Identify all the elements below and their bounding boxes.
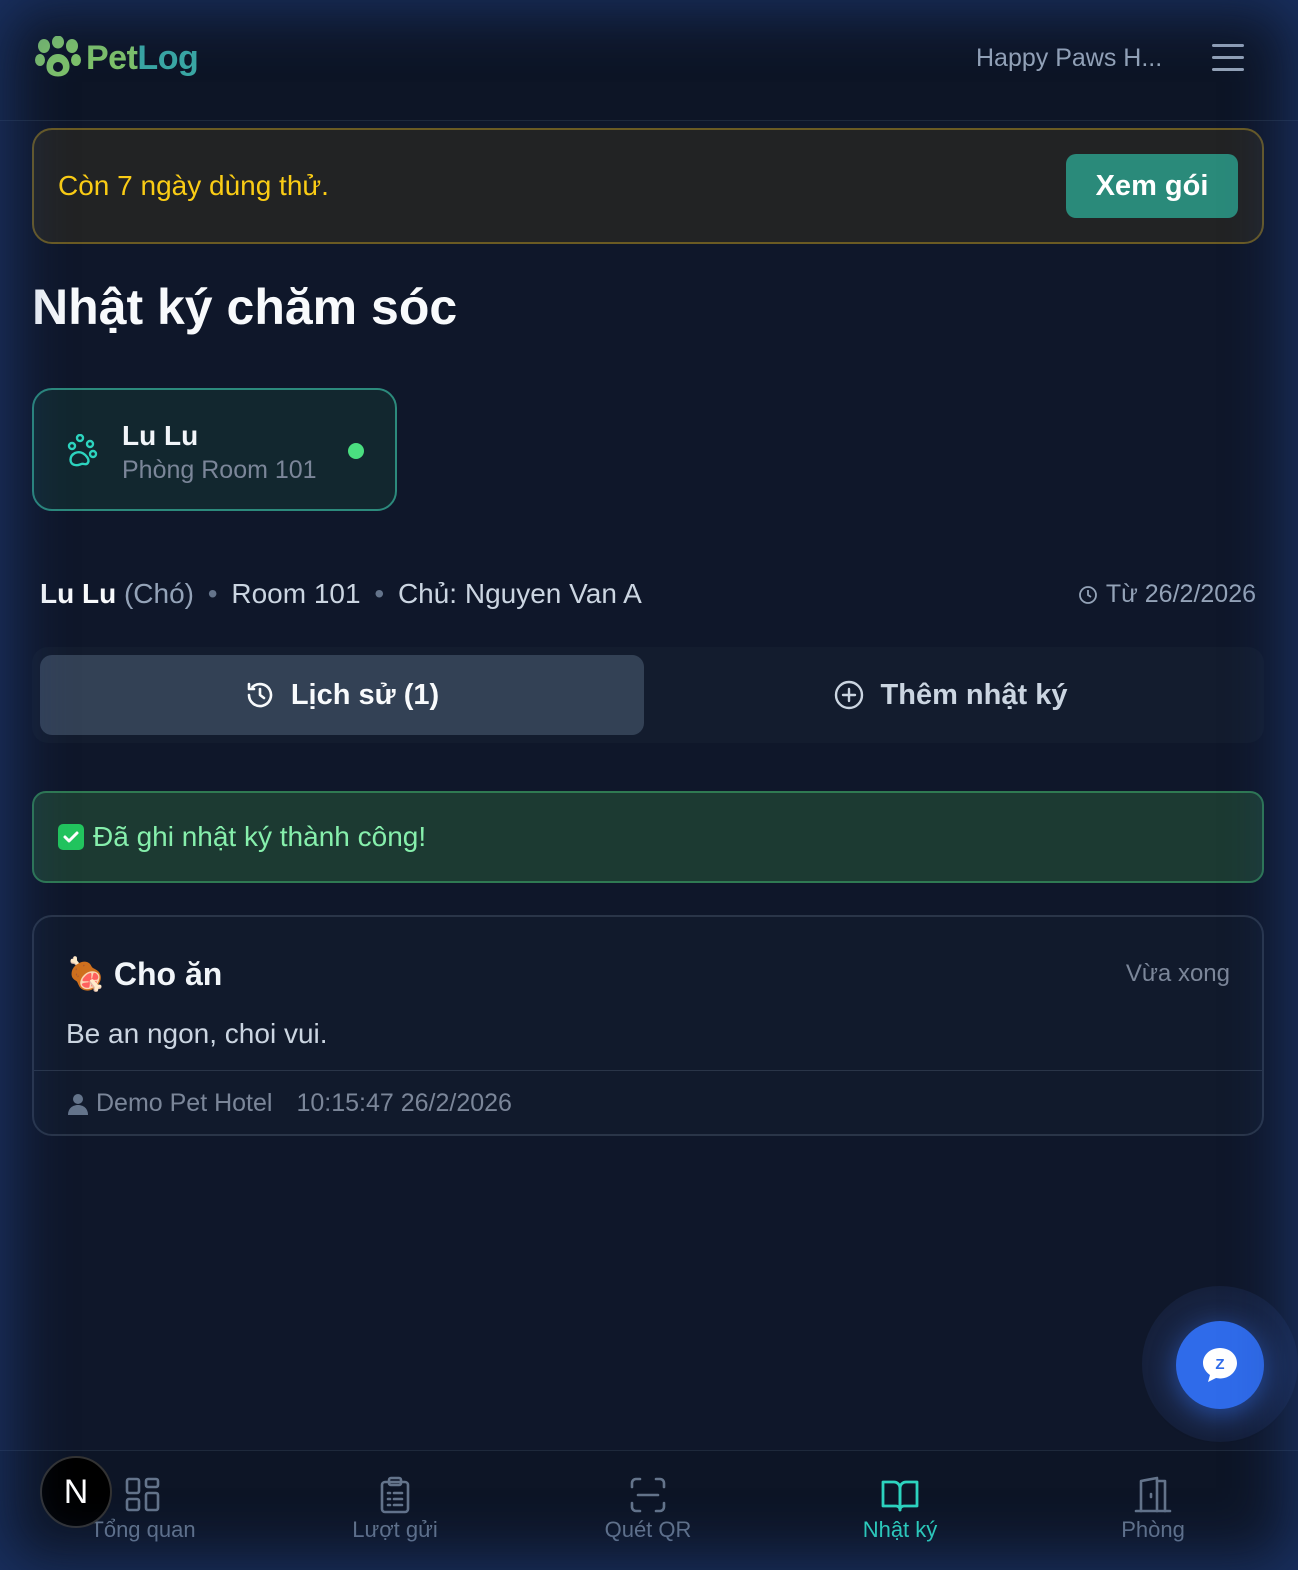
app-header: PetLog Happy Paws H... bbox=[0, 0, 1298, 121]
tab-add-label: Thêm nhật ký bbox=[880, 678, 1068, 711]
log-tabs: Lịch sử (1) Thêm nhật ký bbox=[32, 647, 1264, 743]
separator-dot: • bbox=[374, 578, 385, 609]
door-icon bbox=[1134, 1476, 1172, 1513]
since-date-text: Từ 26/2/2026 bbox=[1105, 580, 1256, 608]
divider bbox=[34, 1070, 1262, 1071]
nav-item-log[interactable]: Nhật ký bbox=[800, 1475, 1000, 1543]
pet-info-line: Lu Lu (Chó) • Room 101 • Chủ: Nguyen Van… bbox=[40, 578, 642, 610]
log-entry-type: Cho ăn bbox=[113, 955, 223, 992]
meat-icon: 🍖 bbox=[66, 956, 106, 992]
info-pet-name: Lu Lu bbox=[40, 578, 117, 609]
paw-logo-icon bbox=[35, 36, 81, 77]
nav-item-bookings[interactable]: Lượt gửi bbox=[295, 1475, 495, 1543]
info-owner: Chủ: Nguyen Van A bbox=[397, 578, 642, 609]
since-date: Từ 26/2/2026 bbox=[1078, 580, 1256, 609]
clipboard-icon bbox=[380, 1476, 410, 1514]
trial-banner: Còn 7 ngày dùng thử. Xem gói bbox=[32, 128, 1264, 244]
log-entry-author: Demo Pet Hotel bbox=[96, 1089, 273, 1117]
check-icon bbox=[58, 824, 84, 850]
nav-item-rooms[interactable]: Phòng bbox=[1053, 1475, 1253, 1543]
scan-icon bbox=[630, 1477, 666, 1513]
paw-icon bbox=[67, 434, 98, 467]
dashboard-icon bbox=[125, 1477, 160, 1512]
trial-text: Còn 7 ngày dùng thử. bbox=[58, 170, 329, 201]
petlog-logo[interactable]: PetLog bbox=[34, 36, 199, 80]
page-title: Nhật ký chăm sóc bbox=[32, 279, 458, 335]
log-entry-footer: Demo Pet Hotel 10:15:47 26/2/2026 bbox=[66, 1089, 512, 1118]
nav-label-scan-qr: Quét QR bbox=[604, 1517, 692, 1542]
logo-text-log: Log bbox=[137, 38, 199, 77]
nav-item-scan-qr[interactable]: Quét QR bbox=[548, 1475, 748, 1543]
plus-circle-icon bbox=[834, 680, 863, 710]
nav-label-log: Nhật ký bbox=[862, 1517, 938, 1542]
log-entry-relative-time: Vừa xong bbox=[1125, 960, 1230, 987]
active-status-dot bbox=[348, 443, 364, 459]
book-icon bbox=[881, 1480, 919, 1512]
pet-room: Phòng Room 101 bbox=[122, 456, 317, 484]
history-icon bbox=[247, 682, 273, 708]
log-entry-note: Be an ngon, choi vui. bbox=[66, 1018, 328, 1049]
hotel-name[interactable]: Happy Paws H... bbox=[976, 44, 1162, 73]
success-alert: Đã ghi nhật ký thành công! bbox=[32, 791, 1264, 883]
tab-add-log[interactable]: Thêm nhật ký bbox=[644, 655, 1256, 735]
nav-label-rooms: Phòng bbox=[1121, 1517, 1185, 1542]
separator-dot: • bbox=[207, 578, 218, 609]
logo-text-pet: Pet bbox=[86, 38, 138, 77]
user-icon bbox=[68, 1093, 88, 1115]
log-entry-card[interactable]: 🍖 Cho ăn Vừa xong Be an ngon, choi vui. … bbox=[32, 915, 1264, 1136]
user-avatar[interactable]: N bbox=[40, 1456, 112, 1528]
zalo-chat-icon: Z bbox=[1203, 1348, 1237, 1382]
svg-text:Z: Z bbox=[1215, 1356, 1224, 1373]
log-entry-title: 🍖 Cho ăn bbox=[66, 955, 222, 993]
chat-button[interactable]: Z bbox=[1176, 1321, 1264, 1409]
tab-history-label: Lịch sử (1) bbox=[290, 678, 440, 711]
view-plans-button[interactable]: Xem gói bbox=[1066, 154, 1238, 218]
clock-icon bbox=[1078, 585, 1097, 604]
info-room: Room 101 bbox=[231, 578, 361, 609]
tab-history[interactable]: Lịch sử (1) bbox=[40, 655, 644, 735]
pet-card[interactable]: Lu Lu Phòng Room 101 bbox=[32, 388, 397, 511]
info-species: (Chó) bbox=[123, 578, 194, 609]
nav-label-overview: Tổng quan bbox=[90, 1517, 196, 1542]
nav-label-bookings: Lượt gửi bbox=[352, 1517, 438, 1542]
pet-name: Lu Lu bbox=[122, 420, 199, 451]
bottom-nav: Tổng quan Lượt gửi Quét QR Nhật ký Phòng bbox=[0, 1450, 1298, 1570]
menu-icon[interactable] bbox=[1212, 44, 1244, 74]
log-entry-timestamp: 10:15:47 26/2/2026 bbox=[296, 1089, 512, 1117]
success-message: Đã ghi nhật ký thành công! bbox=[93, 821, 427, 852]
